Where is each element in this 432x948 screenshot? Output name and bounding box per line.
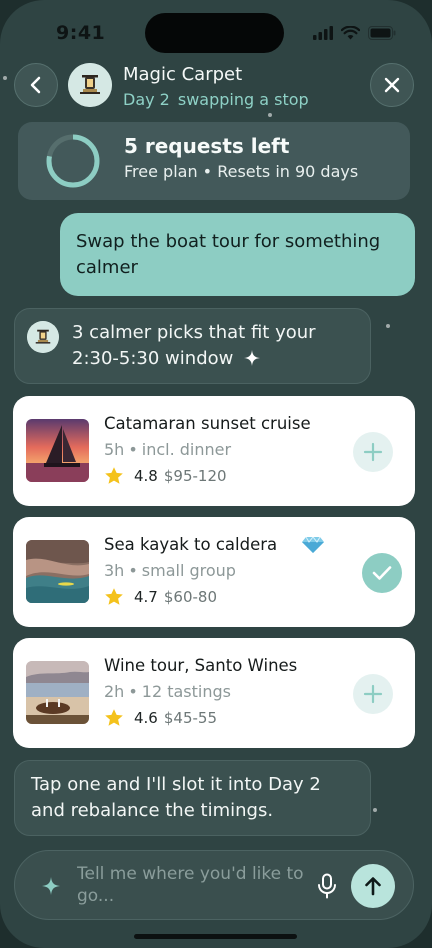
- arrow-up-icon: [365, 877, 381, 896]
- quota-title: 5 requests left: [124, 134, 290, 158]
- add-option-button[interactable]: [353, 674, 393, 714]
- option-meta: 5h • incl. dinner: [104, 440, 232, 459]
- lantern-icon: [27, 321, 59, 353]
- option-rating-row: 4.8 $95-120: [104, 466, 227, 486]
- option-rating: 4.7: [134, 588, 158, 606]
- user-message: Swap the boat tour for something calmer: [60, 213, 415, 296]
- option-card[interactable]: Wine tour, Santo Wines 2h • 12 tastings 4.…: [13, 638, 415, 748]
- header-subtitle: Day 2 swapping a stop: [123, 90, 309, 109]
- assistant-avatar-small: [27, 321, 59, 353]
- option-duration: 3h: [104, 561, 125, 580]
- close-button[interactable]: [370, 63, 414, 107]
- app-title: Magic Carpet: [123, 64, 243, 85]
- option-detail: 12 tastings: [141, 682, 231, 701]
- option-card[interactable]: Sea kayak to caldera 3h • small group 4.7 …: [13, 517, 415, 627]
- option-rating: 4.8: [134, 467, 158, 485]
- add-option-button[interactable]: [353, 432, 393, 472]
- option-rating-row: 4.7 $60-80: [104, 587, 217, 607]
- lantern-icon: [68, 63, 112, 107]
- option-card[interactable]: Catamaran sunset cruise 5h • incl. dinner …: [13, 396, 415, 506]
- option-thumbnail-catamaran: [26, 419, 89, 482]
- assistant-followup-text: Tap one and I'll slot it into Day 2 and …: [31, 774, 321, 821]
- decorative-dot: [386, 324, 390, 328]
- quota-subtitle: Free plan • Resets in 90 days: [124, 162, 359, 181]
- option-price: $60-80: [163, 588, 217, 606]
- assistant-message-followup: Tap one and I'll slot it into Day 2 and …: [14, 760, 371, 836]
- decorative-dot: [268, 113, 272, 117]
- option-price: $95-120: [163, 467, 227, 485]
- current-day: Day 2: [123, 90, 170, 109]
- message-composer: [14, 850, 414, 920]
- option-rating-row: 4.6 $45-55: [104, 708, 217, 728]
- wifi-icon: [341, 26, 360, 40]
- option-detail: small group: [141, 561, 236, 580]
- plus-icon: [363, 442, 383, 462]
- sparkle-icon: [42, 877, 60, 895]
- option-meta: 2h • 12 tastings: [104, 682, 231, 701]
- chevron-left-icon: [30, 76, 41, 94]
- message-input[interactable]: [77, 863, 307, 909]
- option-thumbnail-wine: [26, 661, 89, 724]
- assistant-message-intro: 3 calmer picks that fit your 2:30-5:30 w…: [14, 308, 371, 384]
- gem-icon: [302, 537, 324, 553]
- quota-progress-ring: [46, 134, 100, 188]
- option-thumbnail-kayak: [26, 540, 89, 603]
- dynamic-island: [145, 13, 284, 53]
- close-icon: [384, 77, 400, 93]
- home-indicator: [134, 934, 297, 939]
- send-button[interactable]: [351, 864, 395, 908]
- star-icon: [105, 467, 123, 484]
- option-price: $45-55: [163, 709, 217, 727]
- header-status: swapping a stop: [177, 90, 309, 109]
- assistant-avatar: [68, 63, 112, 107]
- option-detail: incl. dinner: [141, 440, 232, 459]
- checkmark-icon: [372, 566, 392, 580]
- option-duration: 5h: [104, 440, 125, 459]
- microphone-button[interactable]: [315, 873, 339, 899]
- star-icon: [105, 588, 123, 605]
- selected-option-button[interactable]: [362, 553, 402, 593]
- back-button[interactable]: [14, 63, 58, 107]
- sparkle-icon: [244, 350, 261, 366]
- status-icons: [313, 26, 396, 40]
- option-title: Catamaran sunset cruise: [104, 414, 311, 433]
- plus-icon: [363, 684, 383, 704]
- option-duration: 2h: [104, 682, 125, 701]
- option-title: Wine tour, Santo Wines: [104, 656, 298, 675]
- decorative-dot: [373, 808, 377, 812]
- star-icon: [105, 709, 123, 726]
- signal-icon: [313, 26, 333, 40]
- decorative-dot: [3, 76, 7, 80]
- microphone-icon: [318, 873, 336, 899]
- phone-screen: 9:41 Magic Carpet Day 2 swapping a stop …: [0, 0, 432, 948]
- option-rating: 4.6: [134, 709, 158, 727]
- option-meta: 3h • small group: [104, 561, 236, 580]
- status-time: 9:41: [56, 22, 106, 44]
- battery-icon: [368, 26, 396, 40]
- assistant-intro-text: 3 calmer picks that fit your 2:30-5:30 w…: [72, 322, 316, 369]
- option-title: Sea kayak to caldera: [104, 535, 278, 554]
- quota-card: 5 requests left Free plan • Resets in 90…: [18, 122, 410, 200]
